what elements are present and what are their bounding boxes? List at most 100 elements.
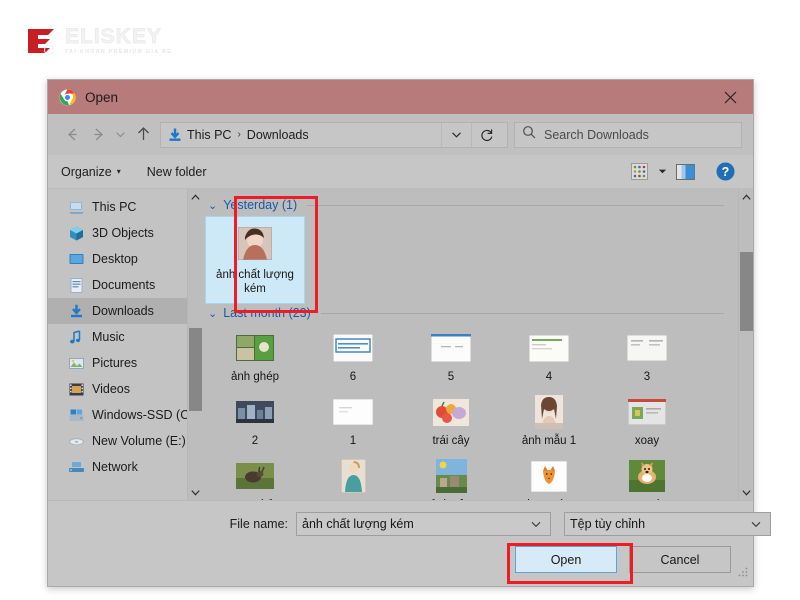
sidebar-scroll-track[interactable] [188,205,203,484]
eliskey-logo-mark-icon [24,23,60,59]
filename-value: ảnh chất lượng kém [302,517,414,531]
photo-rose-thumbnail-icon [333,457,373,495]
sidebar-item-downloads[interactable]: Downloads [48,298,202,324]
downloads-icon [68,303,85,320]
search-input[interactable]: Search Downloads [514,121,742,148]
preview-pane-icon[interactable] [670,159,700,185]
recent-locations-chevron-down-icon[interactable] [111,122,130,148]
sidebar-item-label: Pictures [92,356,138,370]
file-item[interactable]: 3 [598,325,696,389]
photo-city-thumbnail-icon [235,393,275,431]
photo-fruit-thumbnail-icon [431,393,471,431]
organize-button[interactable]: Organize ▾ [61,165,121,179]
photo-collage-thumbnail-icon [235,329,275,367]
file-item[interactable]: logo cáo [500,453,598,500]
sidebar-item-label: New Volume (E:) [92,434,186,448]
sidebar-scroll-down-icon[interactable] [188,484,203,500]
pictures-icon [68,355,85,372]
drive-icon [68,407,85,424]
file-item[interactable]: 4 [500,325,598,389]
sidebar-item-music[interactable]: Music [48,324,202,350]
breadcrumb-this-pc[interactable]: This PC [187,128,231,142]
file-scroll-track[interactable] [739,205,754,484]
cancel-button[interactable]: Cancel [629,546,731,573]
filetype-select[interactable]: Tệp tùy chỉnh [564,512,771,536]
sidebar-scroll-up-icon[interactable] [188,189,203,205]
sidebar-item-new-volume-e[interactable]: New Volume (E:) [48,428,202,454]
this-pc-icon [68,199,85,216]
breadcrumb-separator: › [237,129,241,140]
close-icon[interactable] [707,80,753,114]
photo-card-thumbnail-icon [627,393,667,431]
sidebar-item-label: Videos [92,382,130,396]
sidebar-item-label: Downloads [92,304,154,318]
file-scroll-up-icon[interactable] [739,189,754,205]
breadcrumb-downloads[interactable]: Downloads [247,128,309,142]
view-options-icon[interactable] [624,159,654,185]
file-item-label: 4 [545,371,553,383]
resize-grip-icon[interactable] [737,565,749,583]
file-list-pane[interactable]: ⌄ Yesterday (1) ảnh chất lượng kém ⌄ Last mo… [202,189,753,500]
file-scroll-thumb[interactable] [739,252,753,331]
file-item[interactable]: 1 [304,389,402,453]
group-chevron-down-icon[interactable]: ⌄ [208,199,217,212]
back-button[interactable] [59,122,85,148]
address-bar[interactable]: This PC › Downloads [160,121,508,148]
file-pane-scrollbar[interactable] [738,189,753,500]
up-button[interactable] [130,122,156,148]
filename-input[interactable]: ảnh chất lượng kém [296,512,551,536]
sidebar-scrollbar[interactable] [187,189,202,500]
svg-text:?: ? [721,165,729,179]
network-icon [68,459,85,476]
file-item-label: ảnh chất lượng kém [216,269,294,295]
filetype-value: Tệp tùy chỉnh [570,517,646,531]
file-item[interactable]: 6 [304,325,402,389]
file-item[interactable]: 5 [402,325,500,389]
file-item-label: trái cây [432,435,470,447]
doc-grey-thumbnail-icon [627,329,667,367]
desktop-icon [68,251,85,268]
filename-chevron-down-icon[interactable] [527,519,545,529]
organize-caret-icon: ▾ [116,167,121,176]
file-item[interactable]: ảnh mẫu 1 [500,389,598,453]
sidebar-item-desktop[interactable]: Desktop [48,246,202,272]
file-group-header[interactable]: ⌄ Yesterday (1) [202,195,738,215]
command-bar: Organize ▾ New folder ? [48,155,753,189]
sidebar-item-windows-ssd-c[interactable]: Windows-SSD (C: [48,402,202,428]
group-chevron-down-icon[interactable]: ⌄ [208,307,217,320]
sidebar-item-videos[interactable]: Videos [48,376,202,402]
view-chevron-down-icon[interactable] [654,159,670,185]
photo-portrait-thumbnail-icon [233,221,277,265]
file-item[interactable]: 2 [206,389,304,453]
file-item[interactable]: ảnh chất lượng kém [205,216,305,304]
file-item[interactable]: trái cây [402,389,500,453]
sidebar-item-documents[interactable]: Documents [48,272,202,298]
file-item[interactable]: corgi [598,453,696,500]
filetype-chevron-down-icon[interactable] [747,519,765,529]
file-item[interactable]: ảnh cận [402,453,500,500]
watermark-tagline: TAI KHOAN PREMIUM GIA RE [65,49,173,56]
sidebar-item-network[interactable]: Network [48,454,202,480]
file-item[interactable]: xoay [598,389,696,453]
file-item[interactable]: rose [304,453,402,500]
sidebar-item-this-pc[interactable]: This PC [48,194,202,220]
refresh-icon[interactable] [471,122,501,147]
file-item[interactable]: con thỏ [206,453,304,500]
navigation-bar: This PC › Downloads Search Downloads [48,114,753,155]
sidebar-item-3d-objects[interactable]: 3D Objects [48,220,202,246]
file-group-header[interactable]: ⌄ Last month (23) [202,303,738,323]
address-chevron-down-icon[interactable] [441,122,471,147]
forward-button[interactable] [85,122,111,148]
file-item[interactable]: ảnh ghép [206,325,304,389]
new-folder-button[interactable]: New folder [147,165,207,179]
open-button[interactable]: Open [515,546,617,573]
file-row: con thỏroseảnh cậnlogo cáocorgi [202,453,738,500]
sidebar-item-label: Network [92,460,138,474]
sidebar-item-pictures[interactable]: Pictures [48,350,202,376]
documents-icon [68,277,85,294]
dialog-title: Open [85,89,119,105]
sidebar-scroll-thumb[interactable] [188,327,202,412]
file-scroll-down-icon[interactable] [739,484,754,500]
help-icon[interactable]: ? [710,159,740,185]
watermark-wordmark: ELISKEY [65,25,162,49]
